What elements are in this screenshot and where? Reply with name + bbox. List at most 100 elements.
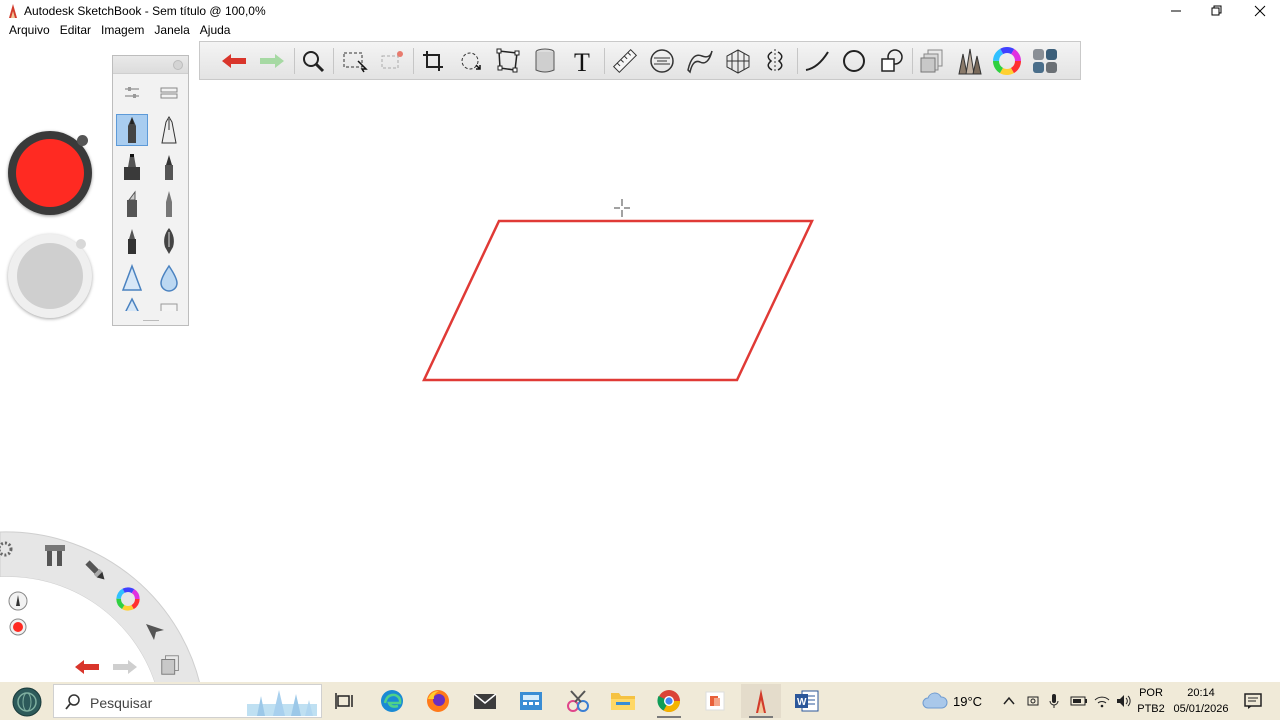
lagoon-color-button[interactable] (113, 584, 143, 614)
brush-puck[interactable] (8, 234, 92, 318)
taskbar-chrome[interactable] (649, 684, 689, 718)
brush-fountain-pen[interactable] (153, 225, 185, 257)
brush-library-button[interactable] (953, 45, 985, 77)
brush-water[interactable] (153, 262, 185, 294)
taskbar-calculator[interactable] (511, 684, 551, 718)
lagoon-settings-button[interactable] (0, 534, 20, 564)
chevron-up-icon[interactable] (1002, 694, 1016, 708)
color-wheel-button[interactable] (991, 45, 1023, 77)
brush-marker[interactable] (116, 151, 148, 183)
brush-ballpoint[interactable] (116, 225, 148, 257)
brush-size-icon (8, 591, 28, 611)
system-tray-icons (1002, 682, 1133, 720)
gear-icon (0, 541, 13, 557)
perspective-button[interactable] (722, 45, 754, 77)
redo-button[interactable] (256, 45, 288, 77)
input-language[interactable]: POR PTB2 (1136, 685, 1166, 717)
lagoon-tools-button[interactable] (40, 540, 70, 570)
lagoon-redo-button[interactable] (110, 652, 140, 682)
lagoon-color-dot[interactable] (3, 612, 33, 642)
lagoon-select-button[interactable] (140, 616, 170, 646)
crop-button[interactable] (417, 45, 449, 77)
taskbar-sketchbook[interactable] (741, 684, 781, 718)
microphone-icon[interactable] (1048, 693, 1060, 709)
palette-view-button[interactable] (153, 77, 185, 109)
taskbar-file-explorer[interactable] (603, 684, 643, 718)
menu-ajuda[interactable]: Ajuda (195, 22, 236, 40)
parallelogram-stroke (422, 219, 814, 382)
brush-ink-pen[interactable] (153, 114, 185, 146)
speaker-icon[interactable] (1115, 693, 1133, 709)
ellipse-button[interactable] (838, 45, 870, 77)
brush-eraser[interactable] (153, 297, 185, 311)
taskbar-firefox[interactable] (418, 684, 458, 718)
lagoon-undo-button[interactable] (72, 652, 102, 682)
taskbar-edge[interactable] (372, 684, 412, 718)
taskbar-word[interactable]: W (787, 684, 827, 718)
weather-widget[interactable]: 19°C (922, 682, 982, 720)
eraser-icon (160, 303, 178, 311)
restore-button[interactable] (1195, 0, 1239, 22)
ellipse-guide-button[interactable] (646, 45, 678, 77)
primary-color-puck[interactable] (8, 131, 92, 215)
select-layer-icon (381, 51, 403, 69)
menu-janela[interactable]: Janela (149, 22, 194, 40)
camera-icon[interactable] (1026, 693, 1040, 709)
start-globe-icon (12, 687, 42, 717)
ink-pen-icon (161, 116, 177, 144)
main-toolbar: T (199, 41, 1081, 80)
palette-close-icon[interactable] (173, 60, 183, 70)
zoom-icon (303, 51, 325, 73)
taskbar-search[interactable]: Pesquisar (53, 684, 322, 718)
menu-imagem[interactable]: Imagem (96, 22, 149, 40)
menu-arquivo[interactable]: Arquivo (4, 22, 55, 40)
lagoon-brush-button[interactable] (81, 556, 111, 586)
drawing-canvas[interactable] (0, 40, 1280, 682)
palette-header[interactable] (113, 56, 188, 74)
brush-properties-button[interactable] (116, 77, 148, 109)
clock-time: 20:14 (1187, 687, 1215, 699)
brush-more-top[interactable] (116, 297, 148, 311)
brush-paintbrush[interactable] (153, 151, 185, 183)
select-layer-button[interactable] (376, 45, 408, 77)
brush-chisel-marker[interactable] (116, 188, 148, 220)
copic-library-button[interactable] (1029, 45, 1061, 77)
stroke-line-button[interactable] (801, 45, 833, 77)
close-button[interactable] (1238, 0, 1280, 22)
symmetry-button[interactable] (759, 45, 791, 77)
zoom-button[interactable] (297, 45, 329, 77)
undo-button[interactable] (218, 45, 250, 77)
distort-button[interactable] (492, 45, 524, 77)
fill-button[interactable] (529, 45, 561, 77)
shapes-button[interactable] (876, 45, 908, 77)
brush-smudge[interactable] (116, 262, 148, 294)
battery-icon[interactable] (1070, 695, 1088, 707)
task-view-button[interactable] (325, 684, 365, 718)
brush-pencil[interactable] (116, 114, 148, 146)
taskbar-clock[interactable]: 20:14 05/01/2026 (1168, 685, 1234, 717)
transform-button[interactable] (455, 45, 487, 77)
taskbar-snipping[interactable] (558, 684, 598, 718)
minimize-button[interactable] (1154, 0, 1198, 22)
select-button[interactable] (339, 45, 371, 77)
fountain-pen-icon (164, 228, 174, 254)
layers-button[interactable] (916, 45, 948, 77)
menu-editar[interactable]: Editar (55, 22, 96, 40)
french-curve-button[interactable] (684, 45, 716, 77)
start-button[interactable] (8, 685, 46, 719)
taskbar-mail[interactable] (465, 684, 505, 718)
french-curve-icon (687, 50, 713, 74)
wifi-icon[interactable] (1094, 694, 1110, 708)
ruler-button[interactable] (609, 45, 641, 77)
pencil-icon (128, 117, 136, 143)
palette-resize-handle[interactable] (143, 320, 159, 321)
taskbar-office[interactable] (695, 684, 735, 718)
notification-center-button[interactable] (1244, 682, 1262, 720)
text-button[interactable]: T (568, 45, 600, 77)
lagoon-layers-button[interactable] (156, 650, 186, 680)
firefox-icon (427, 690, 449, 712)
lang-line1: POR (1139, 687, 1163, 699)
brush-airbrush-pen[interactable] (153, 188, 185, 220)
chisel-marker-icon (127, 190, 137, 217)
color-dot-icon (9, 618, 27, 636)
